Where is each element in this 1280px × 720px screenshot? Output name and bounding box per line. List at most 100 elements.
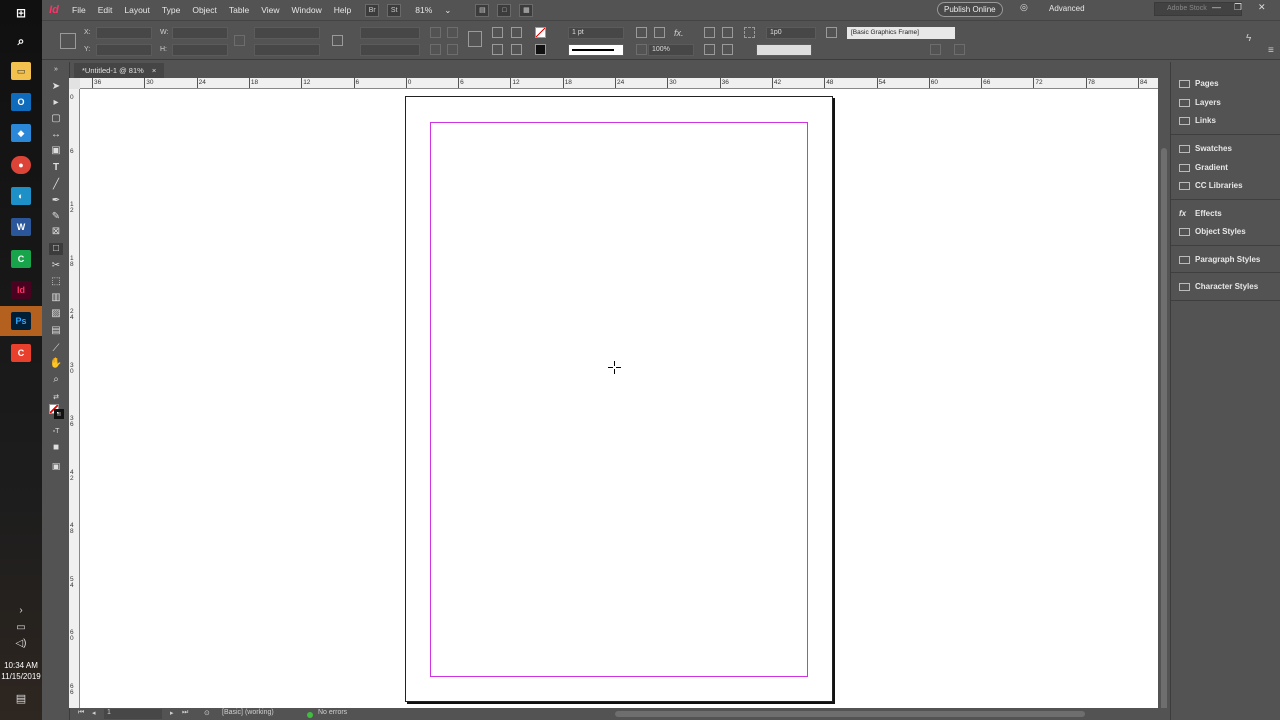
object-style-dropdown[interactable]: [Basic Graphics Frame] [847, 27, 955, 39]
menu-window[interactable]: Window [286, 5, 328, 15]
file-explorer-icon[interactable]: ▭ [11, 62, 31, 80]
horizontal-scroll-thumb[interactable] [615, 711, 1085, 717]
w-field[interactable] [172, 27, 228, 39]
bridge-button[interactable]: Br [365, 3, 380, 17]
vertical-scrollbar[interactable] [1158, 78, 1170, 718]
control-menu-icon[interactable]: ≡ [1268, 45, 1274, 56]
stroke-swatch-icon[interactable] [54, 409, 64, 419]
align-icon[interactable] [722, 44, 733, 55]
chrome-icon[interactable]: ● [11, 156, 31, 174]
fill-stroke-swatch[interactable] [49, 404, 64, 419]
object-style-icon[interactable] [826, 27, 837, 38]
fx-icon[interactable]: fx. [674, 28, 684, 38]
close-window-icon[interactable]: ✕ [1258, 2, 1266, 13]
menu-help[interactable]: Help [328, 5, 357, 15]
previous-page-icon[interactable]: ◂ [92, 709, 96, 717]
menu-edit[interactable]: Edit [92, 5, 119, 15]
constrain-scale-icon[interactable] [332, 35, 343, 46]
direct-selection-tool-icon[interactable]: ▸ [49, 97, 63, 109]
lightbulb-icon[interactable]: ◎ [1020, 2, 1028, 13]
next-page-icon[interactable]: ▸ [170, 709, 174, 717]
panel-links[interactable]: Links [1177, 114, 1277, 128]
effect-dropdown[interactable] [756, 44, 812, 56]
opacity-field[interactable]: 100% [648, 44, 694, 56]
default-colors-icon[interactable]: ⇄ [49, 392, 63, 404]
fill-swatch[interactable] [535, 27, 546, 38]
screen-mode-tool-icon[interactable]: ▣ [49, 460, 63, 472]
chevron-down-icon[interactable]: ⌄ [438, 5, 457, 16]
workspace-switcher[interactable]: Advanced [1049, 4, 1085, 13]
document-tab[interactable]: *Untitled-1 @ 81% × [74, 63, 165, 78]
panel-cc-libraries[interactable]: CC Libraries [1177, 179, 1277, 193]
menu-type[interactable]: Type [156, 5, 186, 15]
pen-tool-icon[interactable]: ✒ [49, 195, 63, 207]
camtasia-icon[interactable]: C [11, 250, 31, 268]
notifications-icon[interactable]: ▤ [8, 692, 34, 705]
panel-paragraph-styles[interactable]: Paragraph Styles [1177, 253, 1277, 267]
app-blue-icon[interactable]: ◆ [11, 124, 31, 142]
last-page-icon[interactable]: ⏭ [182, 709, 188, 717]
page-tool-icon[interactable]: ▢ [49, 113, 63, 125]
content-collector-icon[interactable]: ▣ [49, 145, 63, 157]
zoom-level[interactable]: 81% [409, 5, 438, 15]
type-tool-icon[interactable]: T [49, 162, 63, 174]
menu-object[interactable]: Object [186, 5, 223, 15]
stroke-swatch[interactable] [535, 44, 546, 55]
shear-field[interactable] [360, 44, 420, 56]
ruler-origin[interactable] [69, 78, 80, 89]
menu-file[interactable]: File [66, 5, 92, 15]
restore-icon[interactable]: ❐ [1234, 2, 1242, 13]
free-transform-tool-icon[interactable]: ⬚ [49, 276, 63, 288]
word-icon[interactable]: W [11, 218, 31, 236]
open-page-icon[interactable]: ⊙ [204, 709, 210, 717]
y-field[interactable] [96, 44, 152, 56]
reference-point-icon[interactable] [60, 33, 76, 49]
selection-tool-icon[interactable]: ➤ [49, 81, 63, 93]
gap-tool-icon[interactable]: ↔ [49, 129, 63, 141]
arrange-documents-icon[interactable]: ▦ [519, 3, 534, 17]
view-options-icon[interactable]: ▤ [475, 3, 490, 17]
gradient-swatch-tool-icon[interactable]: ▥ [49, 292, 63, 304]
select-previous-icon[interactable] [492, 44, 503, 55]
first-page-icon[interactable]: ⏮ [78, 709, 84, 717]
search-icon[interactable]: ⌕ [11, 32, 31, 50]
preflight-errors[interactable]: No errors [318, 709, 347, 716]
menu-layout[interactable]: Layout [118, 5, 156, 15]
line-tool-icon[interactable]: ╱ [49, 179, 63, 191]
vertical-ruler[interactable]: 0 6 1 2 1 8 2 4 3 0 3 6 4 2 4 8 5 4 6 0 6 6 [69, 89, 80, 708]
drop-shadow-icon[interactable] [654, 27, 665, 38]
lightning-icon[interactable]: ϟ [1246, 33, 1251, 44]
collapse-tools-icon[interactable]: » [49, 64, 63, 76]
zoom-tool-icon[interactable]: ⌕ [49, 374, 63, 386]
network-icon[interactable]: ▭ [8, 622, 34, 633]
app-red-icon[interactable]: C [11, 344, 31, 362]
close-tab-icon[interactable]: × [152, 66, 156, 75]
vertical-scroll-thumb[interactable] [1161, 148, 1167, 718]
panel-character-styles[interactable]: Character Styles [1177, 280, 1277, 294]
rotate-cw-icon[interactable] [430, 27, 441, 38]
rectangle-frame-tool-icon[interactable]: ⊠ [49, 226, 63, 238]
corner-options-icon[interactable] [744, 27, 755, 38]
panel-effects[interactable]: fx Effects [1177, 207, 1277, 221]
formatting-affects-container-icon[interactable]: ▫T [49, 426, 63, 438]
panel-gradient[interactable]: Gradient [1177, 161, 1277, 175]
indesign-icon[interactable]: Id [11, 281, 31, 299]
gradient-feather-tool-icon[interactable]: ▨ [49, 308, 63, 320]
rotate-ccw-icon[interactable] [447, 27, 458, 38]
panel-layers[interactable]: Layers [1177, 96, 1277, 110]
h-field[interactable] [172, 44, 228, 56]
pasteboard[interactable] [80, 89, 1158, 708]
pencil-tool-icon[interactable]: ✎ [49, 211, 63, 223]
stroke-type-dropdown[interactable] [568, 44, 624, 56]
select-container-icon[interactable] [492, 27, 503, 38]
volume-icon[interactable]: ◁) [8, 638, 34, 649]
panel-swatches[interactable]: Swatches [1177, 142, 1277, 156]
taskbar-clock[interactable]: 10:34 AM 11/15/2019 [0, 660, 42, 682]
chevron-up-icon[interactable]: › [8, 605, 34, 616]
minimize-icon[interactable]: — [1212, 2, 1221, 12]
frame-fitting-icon[interactable] [636, 27, 647, 38]
horizontal-ruler[interactable]: 36 30 24 18 12 6 0 6 12 18 24 30 36 42 48 54 60 66 72 78 84 [80, 78, 1158, 89]
photoshop-icon[interactable]: Ps [11, 312, 31, 330]
panel-object-styles[interactable]: Object Styles [1177, 225, 1277, 239]
panel-menu-icon[interactable] [954, 44, 965, 55]
